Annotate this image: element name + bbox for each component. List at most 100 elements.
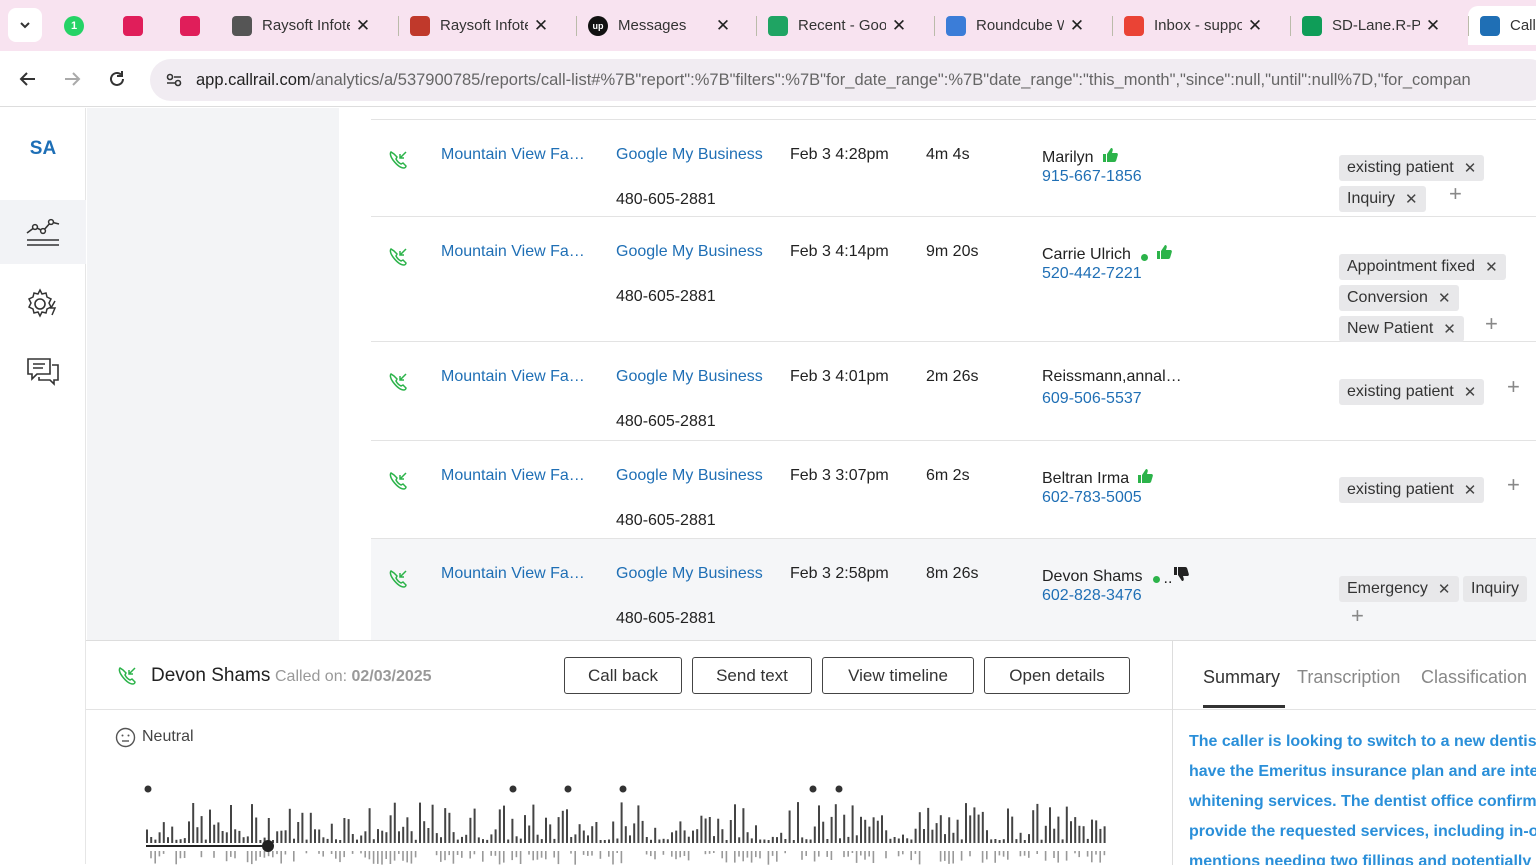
- tab-transcription[interactable]: Transcription: [1297, 667, 1400, 688]
- nav-conversations[interactable]: [0, 340, 86, 404]
- company-link[interactable]: Mountain View Fa…: [441, 146, 585, 164]
- view-timeline-button[interactable]: View timeline: [822, 657, 974, 694]
- close-tab-icon[interactable]: ✕: [886, 16, 912, 36]
- close-tab-icon[interactable]: ✕: [1420, 16, 1446, 36]
- close-tab-icon[interactable]: ✕: [1242, 16, 1268, 36]
- remove-tag-icon[interactable]: ✕: [1438, 580, 1451, 598]
- waveform-bar: [742, 851, 744, 862]
- caller-phone-link[interactable]: 915-667-1856: [1042, 168, 1142, 186]
- source-link[interactable]: Google My Business: [616, 467, 763, 485]
- caller-phone-link[interactable]: 602-828-3476: [1042, 587, 1142, 605]
- remove-tag-icon[interactable]: ✕: [1405, 190, 1418, 208]
- browser-tab[interactable]: 1: [56, 6, 100, 45]
- thumbs-up-icon[interactable]: [1155, 243, 1173, 261]
- add-tag-button[interactable]: +: [1507, 374, 1520, 400]
- waveform-bar: [545, 851, 547, 860]
- browser-tab[interactable]: Call: [1468, 6, 1536, 45]
- call-back-button[interactable]: Call back: [564, 657, 682, 694]
- back-button[interactable]: [14, 65, 42, 93]
- table-row[interactable]: Mountain View Fa… Google My Business 480-6…: [371, 441, 1536, 539]
- url-field[interactable]: app.callrail.com/analytics/a/537900785/r…: [150, 59, 1536, 101]
- thumbs-down-icon[interactable]: [1172, 565, 1190, 583]
- waveform-bar: [809, 839, 812, 843]
- remove-tag-icon[interactable]: ✕: [1438, 289, 1451, 307]
- waveform-bar: [767, 840, 770, 843]
- close-tab-icon[interactable]: ✕: [528, 16, 554, 36]
- thumbs-up-icon[interactable]: [1136, 467, 1154, 485]
- nav-settings[interactable]: [0, 272, 86, 336]
- company-link[interactable]: Mountain View Fa…: [441, 243, 585, 261]
- waveform-bar: [507, 839, 510, 843]
- remove-tag-icon[interactable]: ✕: [1464, 383, 1477, 401]
- close-tab-icon[interactable]: ✕: [710, 16, 736, 36]
- event-marker: [564, 785, 572, 793]
- browser-tab[interactable]: Inbox - support✕: [1112, 6, 1268, 45]
- add-tag-button[interactable]: +: [1351, 603, 1364, 629]
- browser-tab[interactable]: [172, 6, 216, 45]
- insights-divider: [1173, 709, 1536, 710]
- company-link[interactable]: Mountain View Fa…: [441, 565, 585, 583]
- caller-phone-link[interactable]: 609-506-5537: [1042, 390, 1142, 408]
- browser-tab[interactable]: Roundcube Webmail✕: [934, 6, 1090, 45]
- browser-tab[interactable]: up Messages ✕: [576, 6, 736, 45]
- close-tab-icon[interactable]: ✕: [1064, 16, 1090, 36]
- table-row[interactable]: Mountain View Fa… Google My Business 480-6…: [371, 342, 1536, 441]
- waveform-bar: [385, 851, 387, 859]
- remove-tag-icon[interactable]: ✕: [1464, 159, 1477, 177]
- waveform-bar: [708, 817, 711, 843]
- waveform-bar: [944, 851, 946, 861]
- audio-waveform[interactable]: [142, 779, 1172, 865]
- browser-tab[interactable]: Raysoft Infotech✕: [220, 6, 376, 45]
- waveform-bar: [372, 851, 375, 864]
- thumbs-up-icon[interactable]: [1101, 146, 1119, 164]
- reload-button[interactable]: [103, 65, 131, 93]
- call-list-table: Mountain View Fa… Google My Business 480-6…: [339, 108, 1536, 640]
- forward-button[interactable]: [58, 65, 86, 93]
- browser-tab[interactable]: Recent - Google Drive✕: [756, 6, 912, 45]
- nav-analytics[interactable]: [0, 200, 86, 264]
- waveform-bar: [444, 851, 446, 861]
- browser-tab[interactable]: [115, 6, 159, 45]
- waveform-bar: [351, 851, 354, 854]
- event-marker: [144, 785, 152, 793]
- close-tab-icon[interactable]: ✕: [350, 16, 376, 36]
- account-initials[interactable]: SA: [0, 138, 86, 160]
- source-link[interactable]: Google My Business: [616, 243, 763, 261]
- open-details-button[interactable]: Open details: [984, 657, 1130, 694]
- waveform-bar: [872, 817, 875, 843]
- waveform-bar: [419, 802, 421, 843]
- tab-summary[interactable]: Summary: [1203, 667, 1280, 688]
- tab-classification[interactable]: Classification: [1421, 667, 1527, 688]
- company-link[interactable]: Mountain View Fa…: [441, 467, 585, 485]
- add-tag-button[interactable]: +: [1449, 181, 1462, 207]
- waveform-bar: [406, 817, 409, 843]
- tab-title: Call: [1510, 17, 1536, 34]
- remove-tag-icon[interactable]: ✕: [1443, 320, 1456, 338]
- waveform-bar: [855, 835, 858, 843]
- playhead-handle[interactable]: [262, 840, 274, 852]
- waveform-bar: [679, 851, 681, 858]
- company-link[interactable]: Mountain View Fa…: [441, 368, 585, 386]
- caller-phone-link[interactable]: 520-442-7221: [1042, 265, 1142, 283]
- source-link[interactable]: Google My Business: [616, 368, 763, 386]
- remove-tag-icon[interactable]: ✕: [1464, 481, 1477, 499]
- waveform-bar: [1057, 816, 1060, 843]
- waveform-bar: [511, 851, 513, 861]
- browser-tab[interactable]: SD-Lane.R-Pre✕: [1290, 6, 1446, 45]
- waveform-bar: [150, 837, 153, 843]
- table-row[interactable]: Mountain View Fa… Google My Business 480-6…: [371, 217, 1536, 342]
- waveform-bar: [456, 839, 459, 843]
- table-row[interactable]: Mountain View Fa… Google My Business 480-6…: [371, 120, 1536, 217]
- remove-tag-icon[interactable]: ✕: [1485, 258, 1498, 276]
- browser-tab[interactable]: Raysoft Infotech✕: [398, 6, 554, 45]
- table-row[interactable]: Mountain View Fa… Google My Business 480-6…: [371, 539, 1536, 640]
- add-tag-button[interactable]: +: [1507, 472, 1520, 498]
- add-tag-button[interactable]: +: [1485, 311, 1498, 337]
- caller-phone-link[interactable]: 602-783-5005: [1042, 489, 1142, 507]
- site-settings-icon[interactable]: [164, 70, 184, 90]
- tracking-number: 480-605-2881: [616, 413, 716, 430]
- tab-search-button[interactable]: [8, 8, 42, 42]
- send-text-button[interactable]: Send text: [692, 657, 812, 694]
- source-link[interactable]: Google My Business: [616, 565, 763, 583]
- source-link[interactable]: Google My Business: [616, 146, 763, 164]
